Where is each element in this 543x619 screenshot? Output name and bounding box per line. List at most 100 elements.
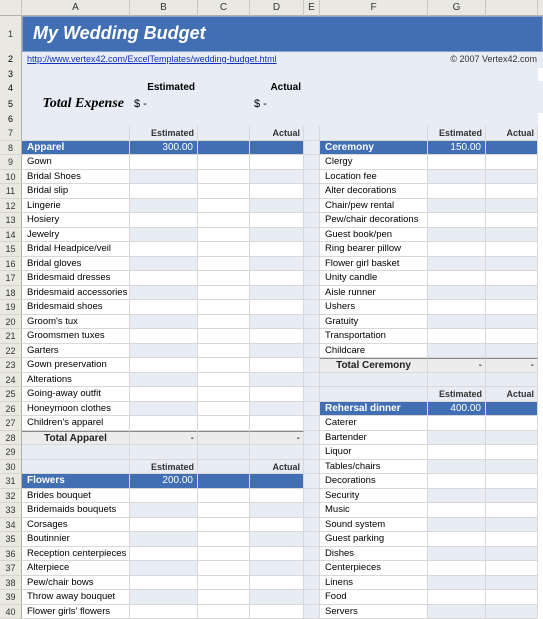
rehearsal-item[interactable]: Centerpieces (320, 561, 428, 576)
rehearsal-item[interactable]: Bartender (320, 431, 428, 446)
ceremony-item: Transportation (320, 329, 428, 344)
rehearsal-item[interactable]: Food (320, 590, 428, 605)
flowers-item[interactable]: Boutinnier (22, 532, 130, 547)
row-12[interactable]: 12 (0, 199, 22, 214)
row-14[interactable]: 14 (0, 228, 22, 243)
col-c[interactable]: C (198, 0, 250, 16)
corner (0, 0, 22, 16)
total-expense-est[interactable]: $ - (130, 96, 198, 113)
row-19[interactable]: 19 (0, 300, 22, 315)
rehearsal-item[interactable]: Dishes (320, 547, 428, 562)
row-18[interactable]: 18 (0, 286, 22, 301)
total-expense-act[interactable]: $ - (250, 96, 304, 113)
row-13[interactable]: 13 (0, 213, 22, 228)
row-9[interactable]: 9 (0, 155, 22, 170)
apparel-budget[interactable]: 300.00 (130, 141, 198, 156)
flowers-item[interactable]: Corsages (22, 518, 130, 533)
flowers-header: Flowers (22, 474, 130, 489)
rehearsal-item[interactable]: Decorations (320, 474, 428, 489)
flowers-item[interactable]: Throw away bouquet (22, 590, 130, 605)
row-37[interactable]: 37 (0, 561, 22, 576)
column-headers: A B C D E F G (0, 0, 543, 16)
col-g[interactable]: G (428, 0, 486, 16)
row-2[interactable]: 2 (0, 52, 22, 68)
row-17[interactable]: 17 (0, 271, 22, 286)
rehearsal-item[interactable]: Guest parking (320, 532, 428, 547)
apparel-item: Groomsmen tuxes (22, 329, 130, 344)
rehearsal-item[interactable]: Linens (320, 576, 428, 591)
row-32[interactable]: 32 (0, 489, 22, 504)
flowers-item[interactable]: Reception centerpieces (22, 547, 130, 562)
rehearsal-budget[interactable]: 400.00 (428, 402, 486, 417)
flowers-item[interactable]: Pew/chair bows (22, 576, 130, 591)
row-22[interactable]: 22 (0, 344, 22, 359)
col-a[interactable]: A (22, 0, 130, 16)
ceremony-budget[interactable]: 150.00 (428, 141, 486, 156)
col-d[interactable]: D (250, 0, 304, 16)
apparel-item: Lingerie (22, 199, 130, 214)
row-31[interactable]: 31 (0, 474, 22, 489)
row-4[interactable]: 4 (0, 81, 22, 97)
source-link[interactable]: http://www.vertex42.com/ExcelTemplates/w… (22, 52, 322, 68)
row-7[interactable]: 7 (0, 126, 22, 141)
rehearsal-item[interactable]: Sound system (320, 518, 428, 533)
ceremony-item: Aisle runner (320, 286, 428, 301)
col-e[interactable]: E (304, 0, 320, 16)
row-30[interactable]: 30 (0, 460, 22, 475)
row-40[interactable]: 40 (0, 605, 22, 619)
row-27[interactable]: 27 (0, 416, 22, 431)
flowers-item[interactable]: Flower girls' flowers (22, 605, 130, 619)
row-24[interactable]: 24 (0, 373, 22, 388)
rehearsal-item[interactable]: Caterer (320, 416, 428, 431)
page-title: My Wedding Budget (22, 16, 543, 52)
apparel-item[interactable]: Going-away outfit (22, 387, 130, 402)
row-20[interactable]: 20 (0, 315, 22, 330)
flowers-item[interactable]: Alterpiece (22, 561, 130, 576)
row-38[interactable]: 38 (0, 576, 22, 591)
apparel-total-label: Total Apparel (22, 431, 130, 446)
apparel-est-hdr: Estimated (130, 126, 198, 141)
ceremony-item: Flower girl basket (320, 257, 428, 272)
apparel-item[interactable]: Children's apparel (22, 416, 130, 431)
row-29[interactable]: 29 (0, 445, 22, 460)
row-33[interactable]: 33 (0, 503, 22, 518)
row-25[interactable]: 25 (0, 387, 22, 402)
col-b[interactable]: B (130, 0, 198, 16)
row-8[interactable]: 8 (0, 141, 22, 156)
apparel-item: Bridesmaid accessories (22, 286, 130, 301)
row-6[interactable]: 6 (0, 112, 22, 128)
row-11[interactable]: 11 (0, 184, 22, 199)
row-39[interactable]: 39 (0, 590, 22, 605)
rehearsal-item[interactable]: Liquor (320, 445, 428, 460)
row-10[interactable]: 10 (0, 170, 22, 185)
row-35[interactable]: 35 (0, 532, 22, 547)
rehearsal-item[interactable]: Servers (320, 605, 428, 619)
flowers-budget[interactable]: 200.00 (130, 474, 198, 489)
apparel-item: Bridesmaid dresses (22, 271, 130, 286)
row-5[interactable]: 5 (0, 96, 22, 113)
row-21[interactable]: 21 (0, 329, 22, 344)
row-28[interactable]: 28 (0, 431, 22, 446)
flowers-item[interactable]: Brides bouquet (22, 489, 130, 504)
col-f[interactable]: F (320, 0, 428, 16)
apparel-item: Bridal gloves (22, 257, 130, 272)
rehearsal-item[interactable]: Tables/chairs (320, 460, 428, 475)
row-26[interactable]: 26 (0, 402, 22, 417)
row-3[interactable]: 3 (0, 67, 22, 83)
row-16[interactable]: 16 (0, 257, 22, 272)
ceremony-item: Ring bearer pillow (320, 242, 428, 257)
flowers-item[interactable]: Bridemaids bouquets (22, 503, 130, 518)
row-1[interactable]: 1 (0, 16, 22, 53)
ceremony-item: Guest book/pen (320, 228, 428, 243)
ceremony-act-hdr: Actual (486, 126, 538, 141)
rehearsal-item[interactable]: Security (320, 489, 428, 504)
rehearsal-item[interactable]: Music (320, 503, 428, 518)
row-15[interactable]: 15 (0, 242, 22, 257)
apparel-header: Apparel (22, 141, 130, 156)
row-23[interactable]: 23 (0, 358, 22, 373)
apparel-item[interactable]: Honeymoon clothes (22, 402, 130, 417)
apparel-item[interactable]: Alterations (22, 373, 130, 388)
apparel-item: Hosiery (22, 213, 130, 228)
row-34[interactable]: 34 (0, 518, 22, 533)
row-36[interactable]: 36 (0, 547, 22, 562)
